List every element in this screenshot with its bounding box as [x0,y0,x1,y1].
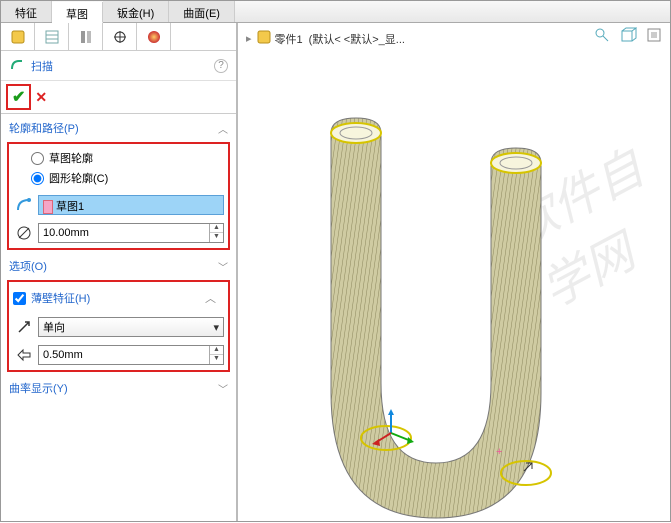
model-preview: + [296,103,636,523]
thickness-spin-down[interactable]: ▼ [210,355,223,364]
sweep-icon [9,56,25,75]
settings-icon[interactable] [644,25,664,45]
annotation-thin-block: 薄壁特征(H) ︿ 单向 ▾ ▲▼ [7,280,230,372]
cancel-button[interactable]: ✕ [31,89,51,106]
dropdown-icon: ▾ [213,321,219,334]
thickness-icon [13,344,35,366]
breadcrumb[interactable]: ▸ 零件1 (默认< <默认>_显... [246,29,405,48]
thickness-spin-up[interactable]: ▲ [210,346,223,355]
tab-sheetmetal[interactable]: 钣金(H) [103,1,169,22]
radio-circle-profile-label: 圆形轮廓(C) [49,170,108,186]
panel-tab-row [1,23,236,51]
annotation-okbox: ✔ [6,84,31,110]
thin-feature-label: 薄壁特征(H) [31,290,90,306]
tab-dim-icon[interactable] [103,23,137,50]
thickness-input[interactable] [39,347,209,363]
diameter-spin-up[interactable]: ▲ [210,224,223,233]
section-profile-path-label: 轮廓和路径(P) [9,120,79,136]
path-selection[interactable]: 草图1 [38,195,224,215]
tab-appearance-icon[interactable] [137,23,171,50]
chevron-up-icon: ︿ [205,290,216,306]
breadcrumb-arrow-icon: ▸ [246,32,252,45]
chevron-down-icon: ﹀ [218,259,228,274]
svg-text:+: + [496,446,502,458]
tab-property-icon[interactable] [35,23,69,50]
path-selection-value: 草图1 [56,201,84,213]
section-curve-display[interactable]: 曲率显示(Y) ﹀ [1,374,236,400]
direction-value: 单向 [43,319,65,335]
tab-feature[interactable]: 特征 [1,1,52,22]
property-panel: 扫描 ? ✔ ✕ 轮廓和路径(P) ︿ 草图轮廓 圆形轮廓(C) 草图1 [1,23,238,521]
tab-feature-tree-icon[interactable] [1,23,35,50]
ok-button[interactable]: ✔ [9,87,28,107]
tab-sketch[interactable]: 草图 [52,2,103,23]
annotation-profile-block: 草图轮廓 圆形轮廓(C) 草图1 ▲▼ [7,142,230,250]
help-icon[interactable]: ? [214,59,228,73]
chevron-up-icon: ︿ [218,121,228,136]
part-icon [256,29,272,48]
path-icon [13,194,35,216]
chevron-down-icon: ﹀ [218,381,228,396]
diameter-spin-down[interactable]: ▼ [210,233,223,242]
section-profile-path[interactable]: 轮廓和路径(P) ︿ [1,114,236,140]
diameter-input[interactable] [39,225,209,241]
tab-surface[interactable]: 曲面(E) [169,1,235,22]
breadcrumb-doc: 零件1 [275,31,303,47]
diameter-icon [13,222,35,244]
section-options[interactable]: 选项(O) ﹀ [1,252,236,278]
checkbox-thin-feature[interactable] [13,292,26,305]
breadcrumb-config: (默认< <默认>_显... [309,31,405,47]
tab-config-icon[interactable] [69,23,103,50]
section-options-label: 选项(O) [9,258,47,274]
selection-color-icon [43,200,53,214]
radio-sketch-profile-label: 草图轮廓 [49,150,93,166]
viewport-3d[interactable]: ▸ 零件1 (默认< <默认>_显... 软件自学网 [238,23,670,521]
curve-display-label: 曲率显示(Y) [9,380,68,396]
view-cube-icon[interactable] [618,25,638,45]
direction-icon [13,316,35,338]
radio-circle-profile[interactable] [31,172,44,185]
feature-title: 扫描 [31,58,53,74]
direction-combo[interactable]: 单向 ▾ [38,317,224,337]
radio-sketch-profile[interactable] [31,152,44,165]
zoom-fit-icon[interactable] [592,25,612,45]
